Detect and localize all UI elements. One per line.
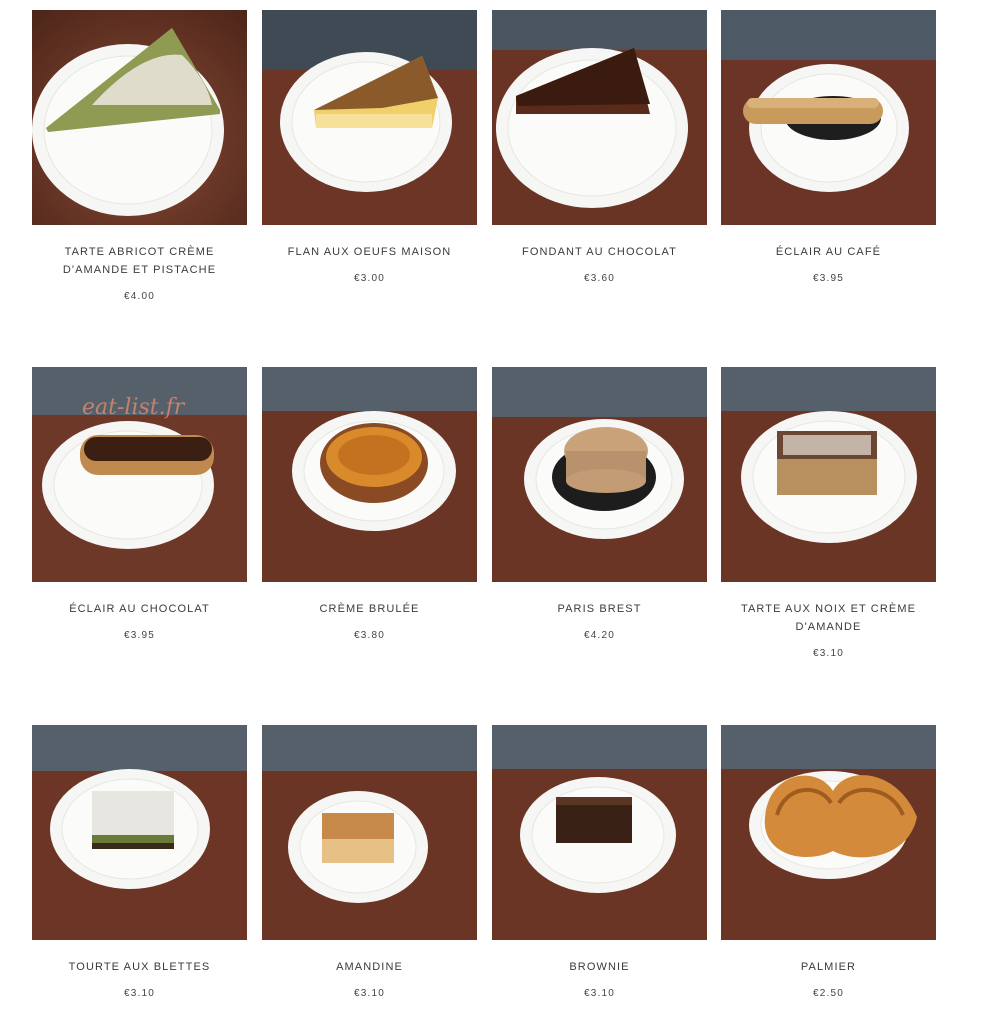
product-price: €3.10 <box>123 988 156 999</box>
product-card[interactable]: TARTE ABRICOT CRÈME D'AMANDE ET PISTACHE… <box>32 10 247 302</box>
product-image[interactable]: eat-list.fr <box>32 367 247 582</box>
product-name[interactable]: FONDANT AU CHOCOLAT <box>492 243 707 261</box>
product-image[interactable] <box>262 725 477 940</box>
product-price: €3.10 <box>583 988 616 999</box>
product-card[interactable]: TARTE AUX NOIX ET CRÈME D'AMANDE €3.10 <box>721 367 936 659</box>
product-card[interactable]: FONDANT AU CHOCOLAT €3.60 <box>492 10 707 284</box>
product-name[interactable]: TARTE AUX NOIX ET CRÈME D'AMANDE <box>721 600 936 636</box>
product-card[interactable]: AMANDINE €3.10 <box>262 725 477 999</box>
product-image[interactable] <box>262 10 477 225</box>
product-card[interactable]: FLAN AUX OEUFS MAISON €3.00 <box>262 10 477 284</box>
product-image[interactable] <box>721 725 936 940</box>
product-price: €3.95 <box>123 630 156 641</box>
product-name[interactable]: PARIS BREST <box>492 600 707 618</box>
product-name[interactable]: FLAN AUX OEUFS MAISON <box>262 243 477 261</box>
product-card[interactable]: ÉCLAIR AU CAFÉ €3.95 <box>721 10 936 284</box>
product-card[interactable]: PALMIER €2.50 <box>721 725 936 999</box>
product-price: €3.10 <box>353 988 386 999</box>
product-name[interactable]: TARTE ABRICOT CRÈME D'AMANDE ET PISTACHE <box>32 243 247 279</box>
product-price: €3.00 <box>353 273 386 284</box>
product-name[interactable]: PALMIER <box>721 958 936 976</box>
product-image[interactable] <box>262 367 477 582</box>
product-name[interactable]: BROWNIE <box>492 958 707 976</box>
product-image[interactable] <box>721 367 936 582</box>
product-price: €3.60 <box>583 273 616 284</box>
product-price: €2.50 <box>812 988 845 999</box>
product-image[interactable] <box>32 725 247 940</box>
product-image[interactable] <box>492 10 707 225</box>
product-price: €3.95 <box>812 273 845 284</box>
product-image[interactable] <box>492 725 707 940</box>
product-card[interactable]: PARIS BREST €4.20 <box>492 367 707 641</box>
product-price: €4.00 <box>123 291 156 302</box>
watermark: eat-list.fr <box>82 395 185 420</box>
product-image[interactable] <box>32 10 247 225</box>
product-price: €3.80 <box>353 630 386 641</box>
product-card[interactable]: TOURTE AUX BLETTES €3.10 <box>32 725 247 999</box>
product-image[interactable] <box>721 10 936 225</box>
product-image[interactable] <box>492 367 707 582</box>
product-name[interactable]: ÉCLAIR AU CHOCOLAT <box>32 600 247 618</box>
product-card[interactable]: eat-list.fr ÉCLAIR AU CHOCOLAT €3.95 <box>32 367 247 641</box>
product-name[interactable]: TOURTE AUX BLETTES <box>32 958 247 976</box>
product-name[interactable]: AMANDINE <box>262 958 477 976</box>
product-card[interactable]: BROWNIE €3.10 <box>492 725 707 999</box>
product-name[interactable]: CRÈME BRULÉE <box>262 600 477 618</box>
product-price: €4.20 <box>583 630 616 641</box>
product-card[interactable]: CRÈME BRULÉE €3.80 <box>262 367 477 641</box>
product-name[interactable]: ÉCLAIR AU CAFÉ <box>721 243 936 261</box>
product-price: €3.10 <box>812 648 845 659</box>
